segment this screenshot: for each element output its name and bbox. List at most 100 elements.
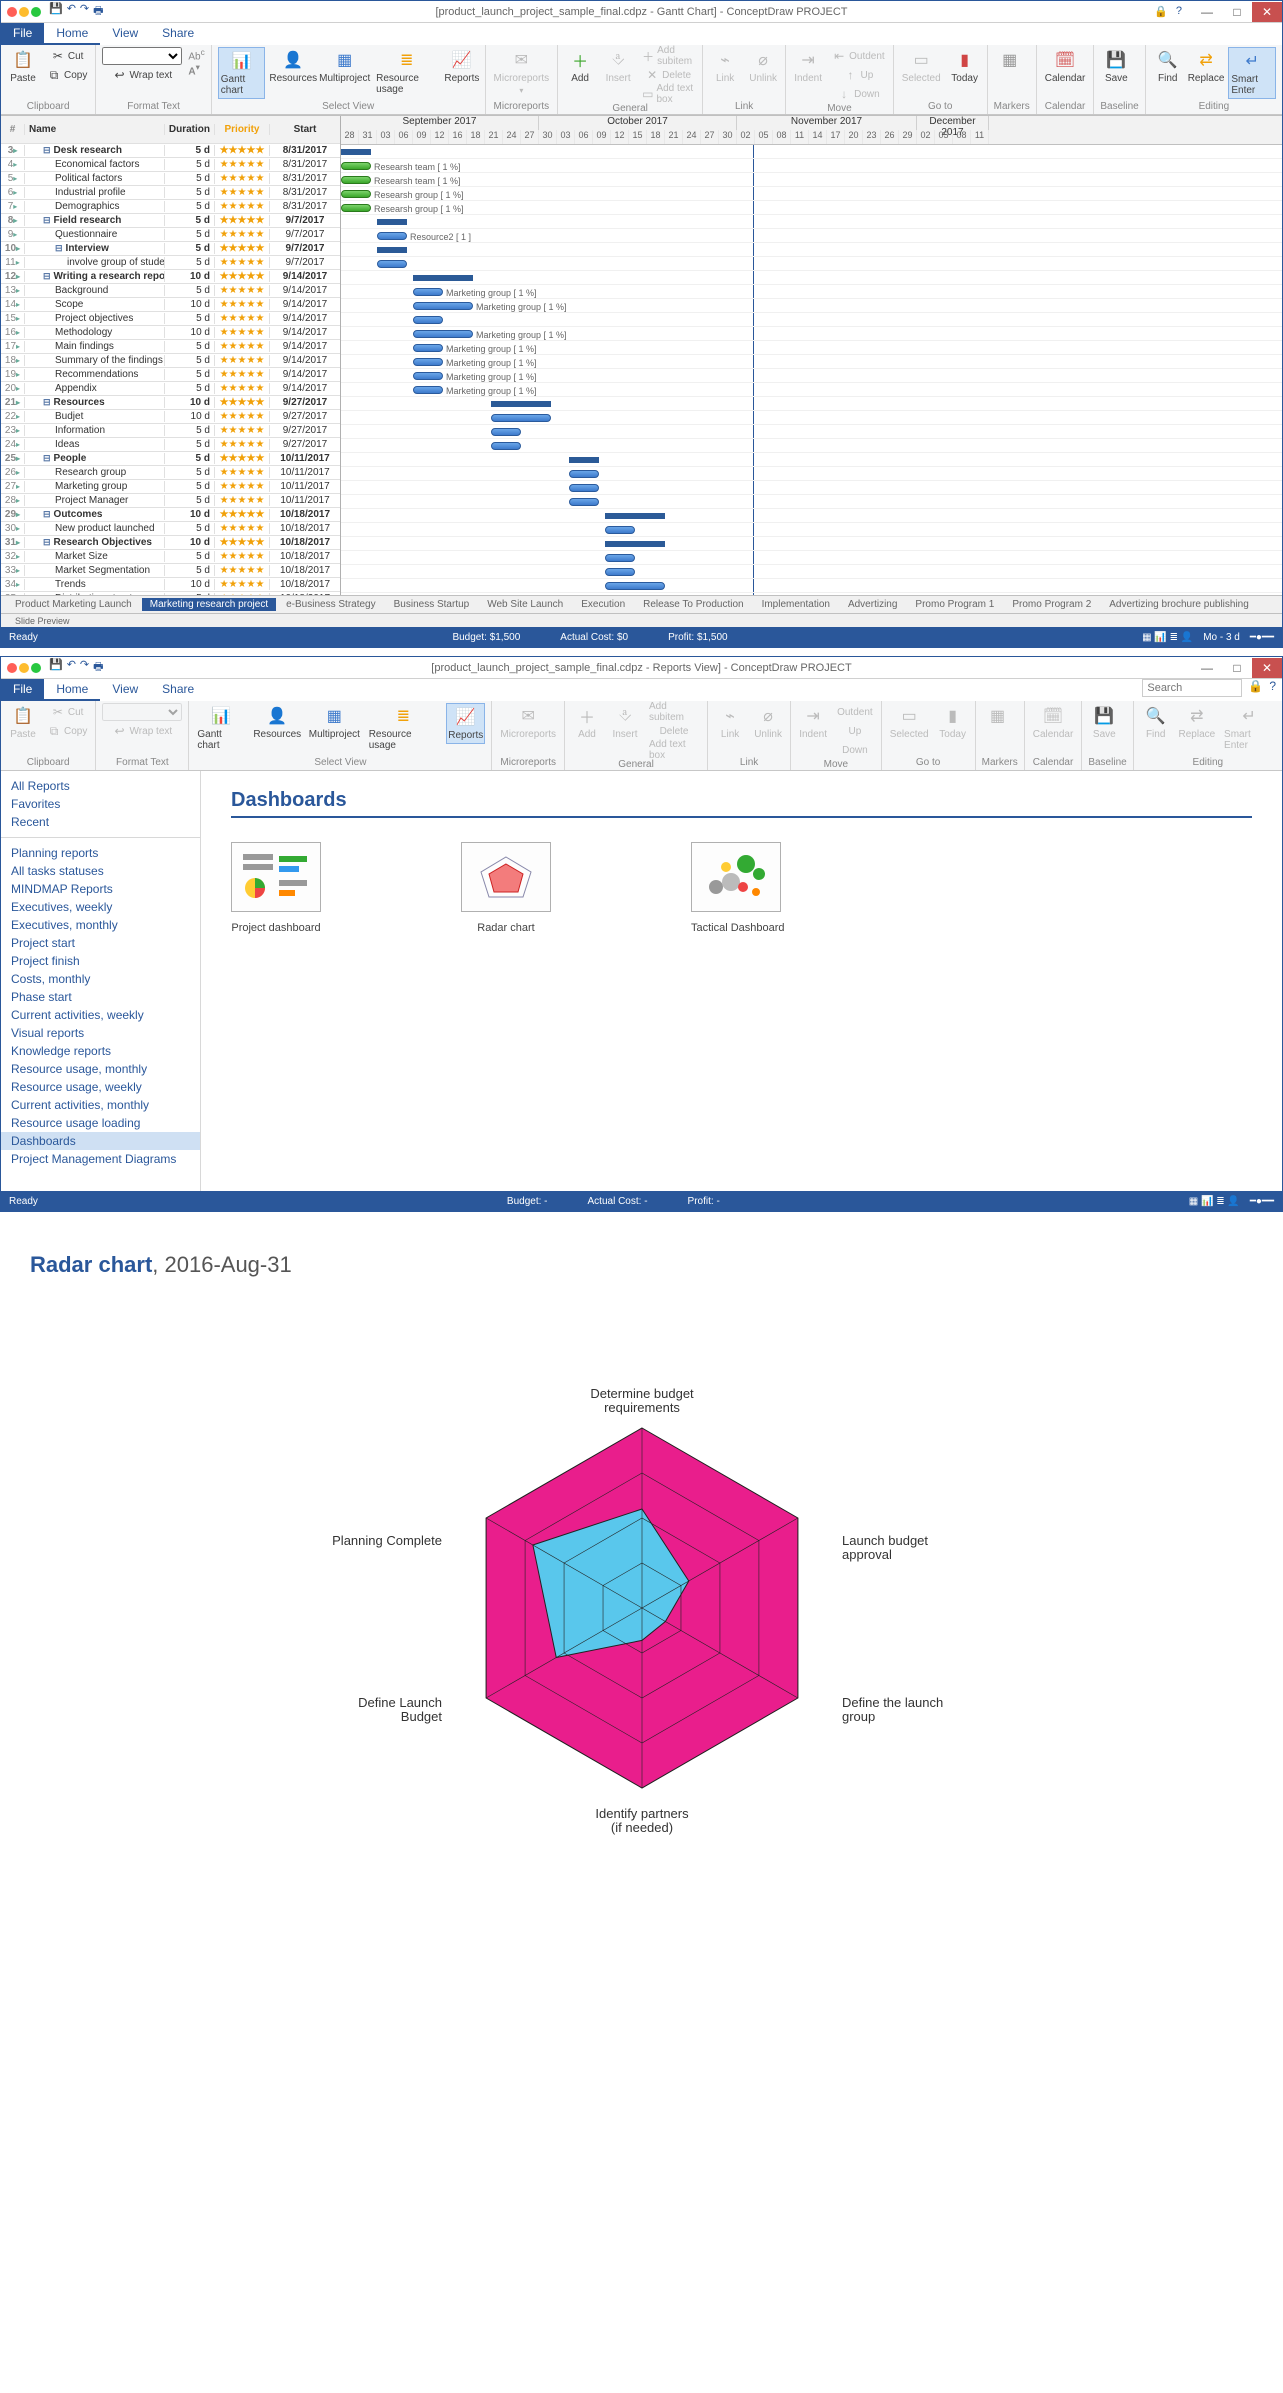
qat-redo-icon[interactable]: ↷ — [80, 2, 89, 21]
mac-close[interactable] — [7, 7, 17, 17]
task-row[interactable]: 12▸⊟Writing a research report10 d★★★★★9/… — [1, 270, 340, 284]
timeline-row[interactable]: Researsh team [ 1 %] — [341, 173, 1282, 187]
gantt-bar[interactable]: Researsh group [ 1 %] — [341, 204, 371, 212]
gantt-bar[interactable] — [413, 316, 443, 324]
mac-max[interactable] — [31, 7, 41, 17]
gantt-bar[interactable] — [605, 582, 665, 590]
sidebar-item[interactable]: Visual reports — [1, 1024, 200, 1042]
timeline-row[interactable] — [341, 257, 1282, 271]
qat-print-2[interactable]: 🖶 — [93, 658, 103, 677]
qat-undo-2[interactable]: ↶ — [67, 658, 76, 677]
timeline-row[interactable]: Marketing group [ 1 %] — [341, 355, 1282, 369]
qat-print-icon[interactable]: 🖶 — [93, 2, 103, 21]
gantt-bar[interactable] — [377, 247, 407, 253]
link-button[interactable]: ⌁Link — [709, 47, 741, 86]
sheet-tab[interactable]: Product Marketing Launch — [7, 598, 140, 611]
tab-file-2[interactable]: File — [1, 679, 44, 701]
task-row[interactable]: 24▸Ideas5 d★★★★★9/27/2017 — [1, 438, 340, 452]
sidebar-item[interactable]: Executives, weekly — [1, 898, 200, 916]
timeline-row[interactable] — [341, 509, 1282, 523]
task-row[interactable]: 3▸⊟Desk research5 d★★★★★8/31/2017 — [1, 144, 340, 158]
copy-button[interactable]: ⧉Copy — [45, 66, 89, 84]
task-row[interactable]: 5▸Political factors5 d★★★★★8/31/2017 — [1, 172, 340, 186]
timeline-area[interactable]: September 2017October 2017November 2017D… — [341, 116, 1282, 595]
timeline-row[interactable] — [341, 215, 1282, 229]
reports-button[interactable]: 📈Reports — [445, 47, 478, 86]
gantt-bar[interactable]: Marketing group [ 1 %] — [413, 288, 443, 296]
task-row[interactable]: 32▸Market Size5 d★★★★★10/18/2017 — [1, 550, 340, 564]
insert-button[interactable]: ⎀Insert — [602, 47, 634, 86]
tab-view[interactable]: View — [100, 23, 150, 45]
zoom-slider[interactable]: ━●━━ — [1250, 632, 1274, 643]
timeline-row[interactable]: Marketing group [ 1 %] — [341, 285, 1282, 299]
timeline-row[interactable] — [341, 481, 1282, 495]
gantt-bar[interactable] — [341, 149, 371, 155]
qat-undo-icon[interactable]: ↶ — [67, 2, 76, 21]
task-row[interactable]: 25▸⊟People5 d★★★★★10/11/2017 — [1, 452, 340, 466]
task-row[interactable]: 9▸Questionnaire5 d★★★★★9/7/2017 — [1, 228, 340, 242]
add-textbox-button[interactable]: ▭Add text box — [640, 85, 696, 103]
qat-save-2[interactable]: 💾 — [49, 658, 63, 677]
task-row[interactable]: 15▸Project objectives5 d★★★★★9/14/2017 — [1, 312, 340, 326]
sidebar-item[interactable]: Project finish — [1, 952, 200, 970]
task-row[interactable]: 33▸Market Segmentation5 d★★★★★10/18/2017 — [1, 564, 340, 578]
timeline-row[interactable] — [341, 243, 1282, 257]
qat-save-icon[interactable]: 💾 — [49, 2, 63, 21]
win-min-icon[interactable]: — — [1192, 2, 1222, 22]
task-row[interactable]: 20▸Appendix5 d★★★★★9/14/2017 — [1, 382, 340, 396]
task-row[interactable]: 26▸Research group5 d★★★★★10/11/2017 — [1, 466, 340, 480]
task-row[interactable]: 27▸Marketing group5 d★★★★★10/11/2017 — [1, 480, 340, 494]
calendar-button[interactable]: 🗓Calendar — [1043, 47, 1088, 86]
microreports-button[interactable]: ✉Microreports▾ — [492, 47, 552, 97]
sidebar-item[interactable]: Resource usage loading — [1, 1114, 200, 1132]
replace-button[interactable]: ⇄Replace — [1190, 47, 1223, 86]
timeline-row[interactable] — [341, 313, 1282, 327]
gantt-bar[interactable] — [605, 526, 635, 534]
gantt-bar[interactable]: Researsh team [ 1 %] — [341, 176, 371, 184]
gantt-bar[interactable]: Marketing group [ 1 %] — [413, 302, 473, 310]
today-button[interactable]: ▮Today — [949, 47, 981, 86]
task-row[interactable]: 10▸⊟Interview5 d★★★★★9/7/2017 — [1, 242, 340, 256]
gantt-bar[interactable] — [491, 401, 551, 407]
find-button[interactable]: 🔍Find — [1152, 47, 1184, 86]
timeline-row[interactable]: Researsh group [ 1 %] — [341, 201, 1282, 215]
timeline-row[interactable] — [341, 439, 1282, 453]
task-row[interactable]: 18▸Summary of the findings and5 d★★★★★9/… — [1, 354, 340, 368]
sidebar-item[interactable]: Knowledge reports — [1, 1042, 200, 1060]
paste-button[interactable]: 📋Paste — [7, 47, 39, 86]
sheet-tab[interactable]: Marketing research project — [142, 598, 276, 611]
task-row[interactable]: 22▸Budjet10 d★★★★★9/27/2017 — [1, 410, 340, 424]
gantt-bar[interactable] — [605, 513, 665, 519]
multi-2[interactable]: ▦Multiproject — [308, 703, 361, 742]
tab-share[interactable]: Share — [150, 23, 206, 45]
sheet-tab[interactable]: Advertizing — [840, 598, 905, 611]
win-max-2[interactable]: □ — [1222, 658, 1252, 678]
win-max-icon[interactable]: □ — [1222, 2, 1252, 22]
help-icon[interactable]: ? — [1176, 5, 1182, 18]
timeline-row[interactable] — [341, 453, 1282, 467]
sidebar-item[interactable]: All Reports — [1, 777, 200, 795]
zoom-slider-2[interactable]: ━●━━ — [1250, 1196, 1274, 1207]
gantt-bar[interactable] — [377, 260, 407, 268]
task-row[interactable]: 16▸Methodology10 d★★★★★9/14/2017 — [1, 326, 340, 340]
gantt-bar[interactable] — [569, 498, 599, 506]
resources-button[interactable]: 👤Resources — [271, 47, 315, 86]
timeline-row[interactable] — [341, 565, 1282, 579]
outdent-button[interactable]: ⇤Outdent — [830, 47, 887, 65]
delete-button[interactable]: ✕Delete — [640, 66, 696, 84]
task-row[interactable]: 11▸involve group of students5 d★★★★★9/7/… — [1, 256, 340, 270]
lock-icon-2[interactable]: 🔒 — [1248, 679, 1263, 701]
mac-min[interactable] — [19, 7, 29, 17]
timeline-row[interactable]: Marketing group [ 1 %] — [341, 341, 1282, 355]
timeline-row[interactable] — [341, 425, 1282, 439]
gantt-bar[interactable] — [569, 457, 599, 463]
sidebar-item[interactable]: Executives, monthly — [1, 916, 200, 934]
help-icon-2[interactable]: ? — [1269, 679, 1276, 701]
gantt-bar[interactable] — [413, 275, 473, 281]
dashboard-item[interactable]: Tactical Dashboard — [691, 842, 785, 934]
task-row[interactable]: 23▸Information5 d★★★★★9/27/2017 — [1, 424, 340, 438]
tab-view-2[interactable]: View — [100, 679, 150, 701]
sheet-tab[interactable]: Web Site Launch — [479, 598, 571, 611]
timeline-row[interactable] — [341, 523, 1282, 537]
timeline-row[interactable] — [341, 551, 1282, 565]
